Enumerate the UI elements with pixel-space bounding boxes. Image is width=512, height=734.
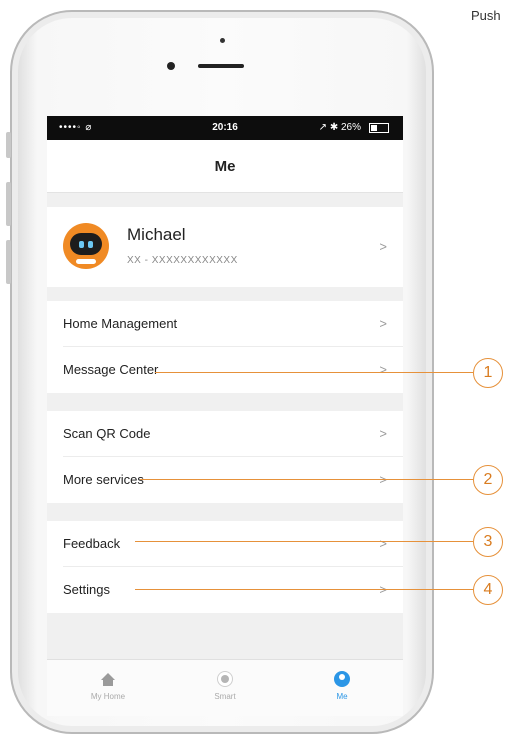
callout-line-1 [155,372,473,373]
menu-item-label: Scan QR Code [63,426,151,441]
earpiece-speaker [198,64,244,68]
top-note: Push [471,8,501,23]
profile-name: Michael [127,225,186,244]
avatar [63,223,109,269]
home-icon [101,672,115,686]
sensor [220,38,225,43]
menu-item-more-services[interactable]: More services > [47,457,403,503]
chevron-right-icon: > [379,536,387,551]
callout-line-4 [135,589,473,590]
menu-item-message-center[interactable]: Message Center > [47,347,403,393]
app-screen: ••••◦ ⌀ 20:16 ↗ ✱ 26% Me Michael XX - XX… [47,116,403,716]
mute-switch [6,132,11,158]
tab-smart[interactable]: Smart [190,668,260,701]
callout-2: 2 [473,465,503,495]
callout-line-2 [140,479,473,480]
menu-item-feedback[interactable]: Feedback > [47,521,403,567]
chevron-right-icon: > [379,362,387,377]
sun-icon [221,675,229,683]
menu-item-settings[interactable]: Settings > [47,567,403,613]
tab-label: Me [336,692,348,701]
tab-me[interactable]: Me [307,668,377,701]
tab-label: Smart [214,692,236,701]
callout-line-3 [135,541,473,542]
menu-item-label: Settings [63,582,110,597]
battery-icon [369,123,389,133]
menu-item-label: Home Management [63,316,178,331]
callout-1: 1 [473,358,503,388]
menu-item-home-management[interactable]: Home Management > [47,301,403,347]
callout-3: 3 [473,527,503,557]
front-camera [167,62,175,70]
status-bar: ••••◦ ⌀ 20:16 ↗ ✱ 26% [47,116,403,140]
profile-card[interactable]: Michael XX - XXXXXXXXXXXX > [47,207,403,287]
tab-bar: My Home Smart Me [47,659,403,716]
tab-my-home[interactable]: My Home [73,668,143,701]
profile-account: XX - XXXXXXXXXXXX [127,255,238,266]
volume-up-button [6,182,11,226]
menu-item-label: Feedback [63,536,121,551]
robot-face-icon [70,233,102,255]
battery-percent: ↗ ✱ 26% [318,122,361,133]
chevron-right-icon: > [379,239,387,254]
callout-4: 4 [473,575,503,605]
tab-label: My Home [90,692,126,701]
menu-item-label: More services [63,472,144,487]
page-title: Me [47,140,403,193]
volume-down-button [6,240,11,284]
menu-item-label: Message Center [63,362,159,377]
menu-item-scan-qr-code[interactable]: Scan QR Code > [47,411,403,457]
chevron-right-icon: > [379,316,387,331]
chevron-right-icon: > [379,426,387,441]
person-icon [334,671,350,687]
